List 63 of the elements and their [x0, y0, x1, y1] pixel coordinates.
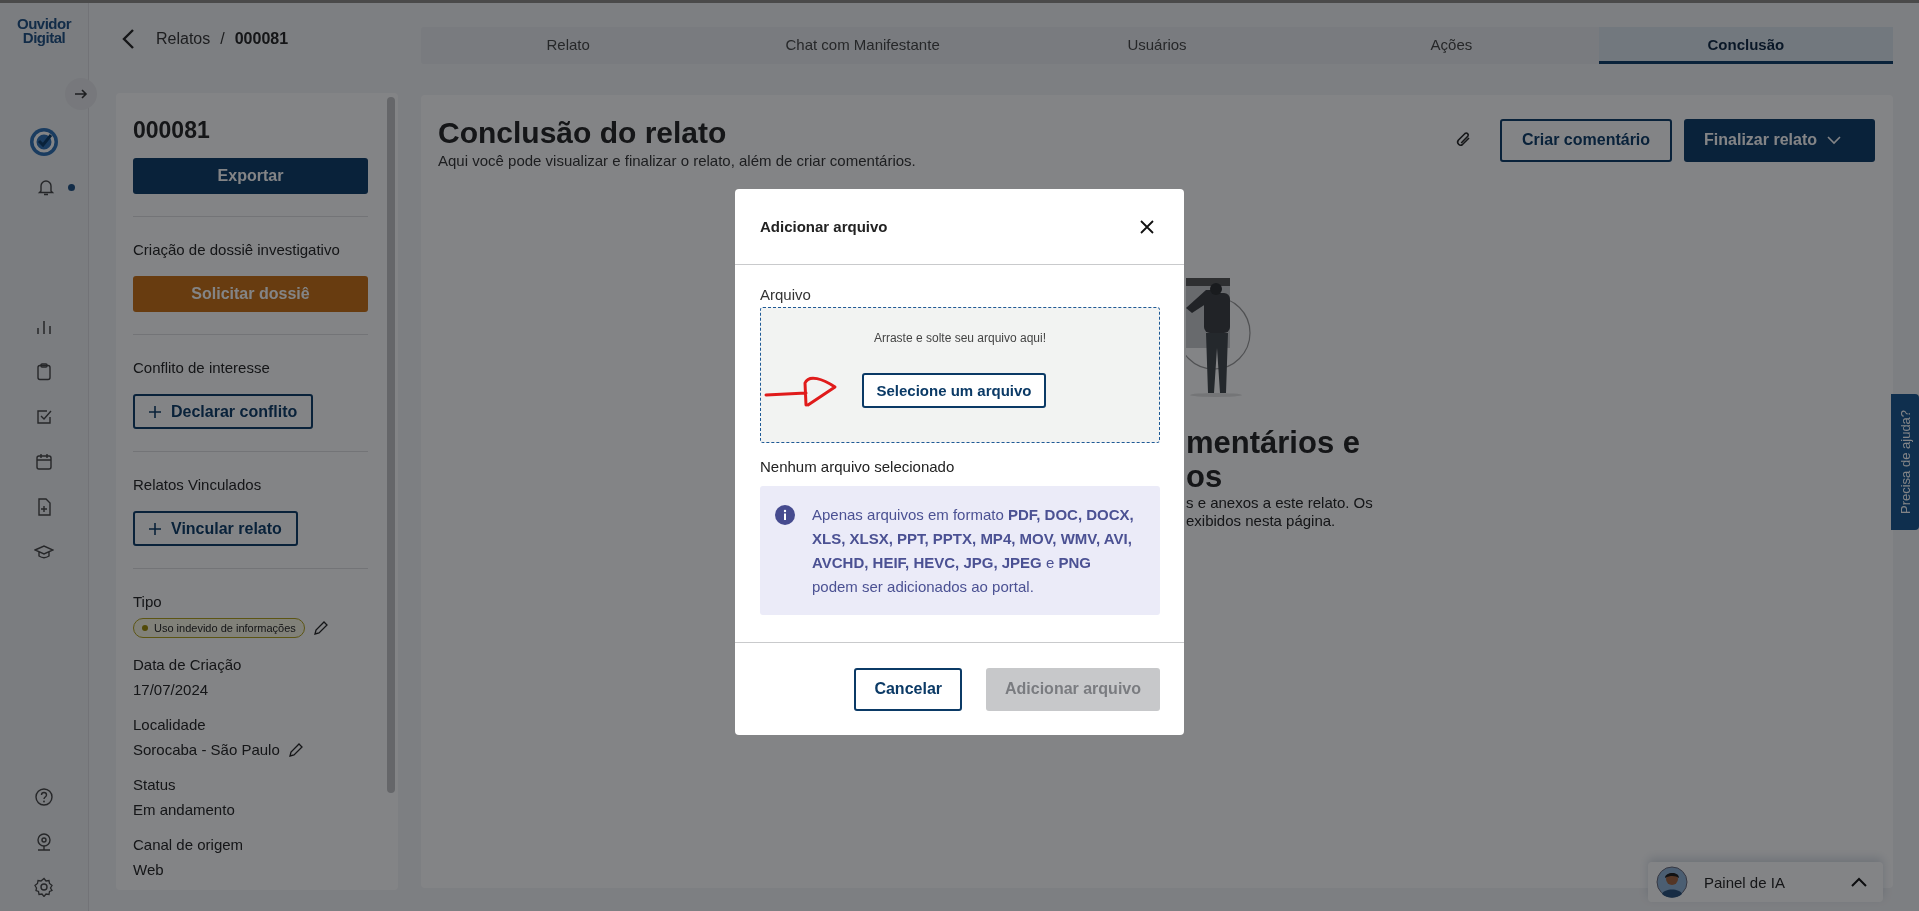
add-button[interactable]: Declarar conflito [133, 394, 314, 429]
ai-panel-bar[interactable]: Painel de IA [1648, 862, 1883, 902]
cancel-button[interactable]: Cancelar [854, 667, 962, 711]
request-dossier-button[interactable]: Solicitar dossiê [133, 276, 368, 312]
edit-pencil-icon[interactable] [312, 620, 329, 636]
field-label: Data de Criação [133, 656, 243, 673]
page-title: Conclusão do relato [438, 116, 728, 150]
edit-pencil-icon[interactable] [287, 741, 304, 758]
create-comment-button[interactable]: Criar comentário [1500, 118, 1673, 162]
help-icon[interactable] [34, 787, 54, 807]
file-status: Nenhum arquivo selecionado [760, 458, 956, 475]
dialog-title: Adicionar arquivo [760, 218, 888, 235]
field-label: Status [133, 776, 177, 793]
webcam-icon[interactable] [34, 832, 54, 852]
close-icon[interactable] [1139, 218, 1155, 235]
field-value: Em andamento [133, 801, 235, 818]
field-value: Sorocaba - São Paulo [133, 741, 280, 758]
tab[interactable]: Usuários [1009, 27, 1305, 64]
field-label: Tipo [133, 593, 163, 610]
tab[interactable]: Relato [421, 27, 716, 64]
breadcrumb-link[interactable]: Relatos [156, 29, 211, 48]
chevron-up-icon [1851, 877, 1867, 887]
report-id: 000081 [133, 117, 211, 144]
tab[interactable]: Ações [1304, 27, 1599, 64]
bell-icon[interactable] [35, 177, 56, 197]
type-tag: Uso indevido de informações [133, 618, 305, 638]
file-drop-zone[interactable]: Arraste e solte seu arquivo aqui! Selecione um arquivo [760, 307, 1160, 443]
settings-icon[interactable] [34, 877, 54, 897]
plus-icon [149, 405, 161, 418]
field-label: Arquivo [760, 286, 812, 303]
help-tab[interactable]: Precisa de ajuda? [1891, 394, 1919, 530]
section-title: Conflito de interesse [133, 359, 271, 376]
add-button[interactable]: Vincular relato [133, 511, 298, 546]
chevron-down-icon [1827, 135, 1841, 145]
field-label: Localidade [133, 716, 207, 733]
empty-state-text: s e anexos a este relato. Os [1186, 494, 1373, 512]
empty-state-text: exibidos nesta página. [1186, 512, 1336, 530]
breadcrumb-separator: / [220, 29, 225, 48]
finish-report-button[interactable]: Finalizar relato [1684, 118, 1875, 162]
breadcrumb-current: 000081 [234, 29, 289, 48]
info-text: Apenas arquivos em formato PDF, DOC, DOCX, XLS, XLSX, PPT, PPTX, MP4, MOV, WMV, AVI, AVCHD, HEIF, HEVC, JPG, JPEG e PNG podem ser adicionados ao portal. [812, 505, 1135, 597]
tab[interactable]: Chat com Manifestante [715, 27, 1010, 64]
field-label: Canal de origem [133, 836, 245, 853]
section-title: Criação de dossiê investigativo [133, 241, 341, 258]
clipboard-icon[interactable] [34, 362, 54, 382]
expand-arrow-button[interactable] [65, 78, 97, 110]
empty-state-heading: os [1186, 460, 1223, 494]
export-button[interactable]: Exportar [133, 158, 368, 194]
plus-icon [149, 522, 161, 535]
field-value: 17/07/2024 [133, 681, 209, 698]
page-subtitle: Aqui você pode visualizar e finalizar o relato, além de criar comentários. [438, 152, 916, 169]
checkbox-icon[interactable] [34, 407, 54, 427]
avatar-icon [1656, 866, 1688, 898]
info-icon [775, 505, 795, 525]
section-title: Relatos Vinculados [133, 476, 263, 493]
logo: Ouvidor Digital [17, 17, 71, 45]
select-file-button[interactable]: Selecione um arquivo [862, 372, 1046, 408]
tab[interactable]: Conclusão [1598, 27, 1894, 64]
drop-hint: Arraste e solte seu arquivo aqui! [873, 331, 1047, 345]
calendar-icon[interactable] [34, 452, 54, 472]
field-value: Web [133, 861, 164, 878]
empty-state-heading: mentários e [1186, 426, 1360, 460]
check-badge-icon[interactable] [29, 127, 59, 157]
